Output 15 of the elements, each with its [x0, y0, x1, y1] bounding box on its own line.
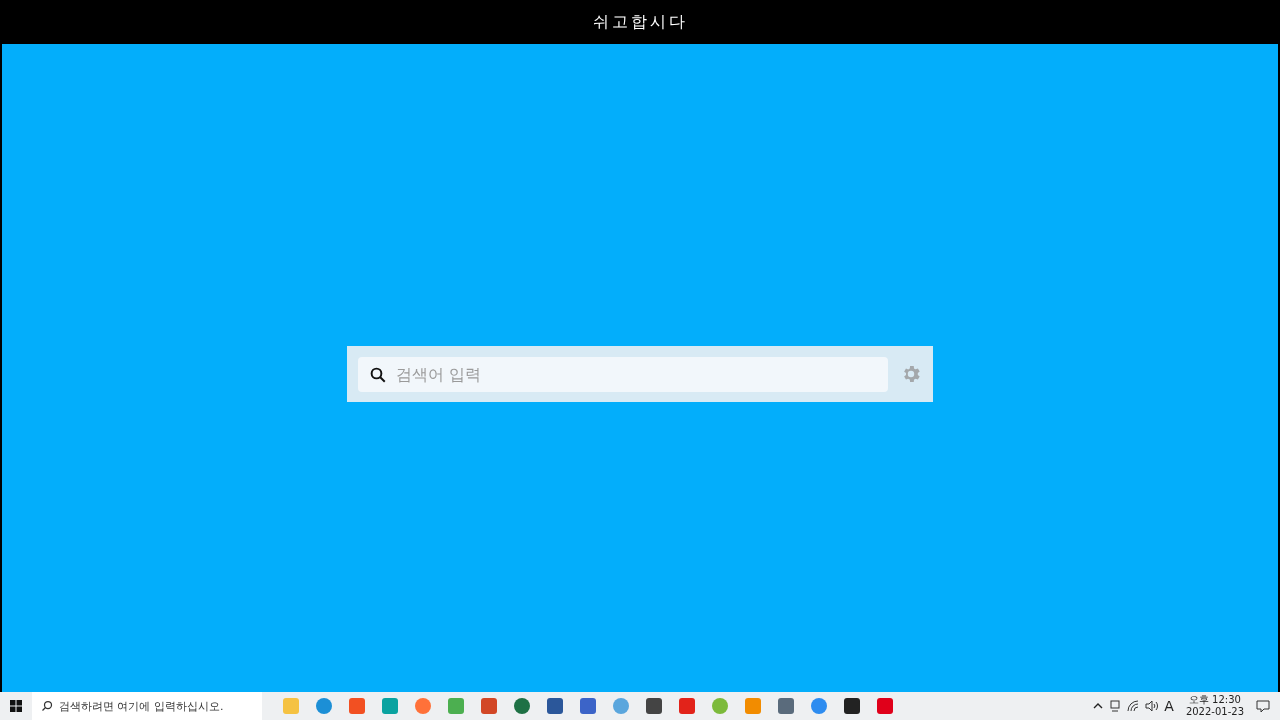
time-text: 오후 12:30: [1188, 694, 1241, 706]
device-icon[interactable]: [1109, 700, 1122, 712]
windows-icon: [10, 700, 22, 712]
input-indicator[interactable]: A: [1164, 698, 1174, 714]
search-icon: [369, 365, 387, 384]
clock[interactable]: 오후 12:30 2022-01-23: [1185, 694, 1244, 718]
search-icon: [41, 700, 53, 712]
date-text: 2022-01-23: [1185, 706, 1244, 718]
wifi-icon[interactable]: [1127, 700, 1140, 712]
window-title: 쉬고합시다: [592, 11, 688, 33]
speaker-icon[interactable]: [1145, 700, 1159, 712]
chevron-up-icon[interactable]: [1093, 701, 1104, 711]
notification-icon[interactable]: [1256, 699, 1270, 713]
taskbar-search-field[interactable]: 검색하려면 여기에 입력하십시오.: [32, 692, 262, 720]
search-field[interactable]: 검색어 입력: [358, 356, 888, 392]
